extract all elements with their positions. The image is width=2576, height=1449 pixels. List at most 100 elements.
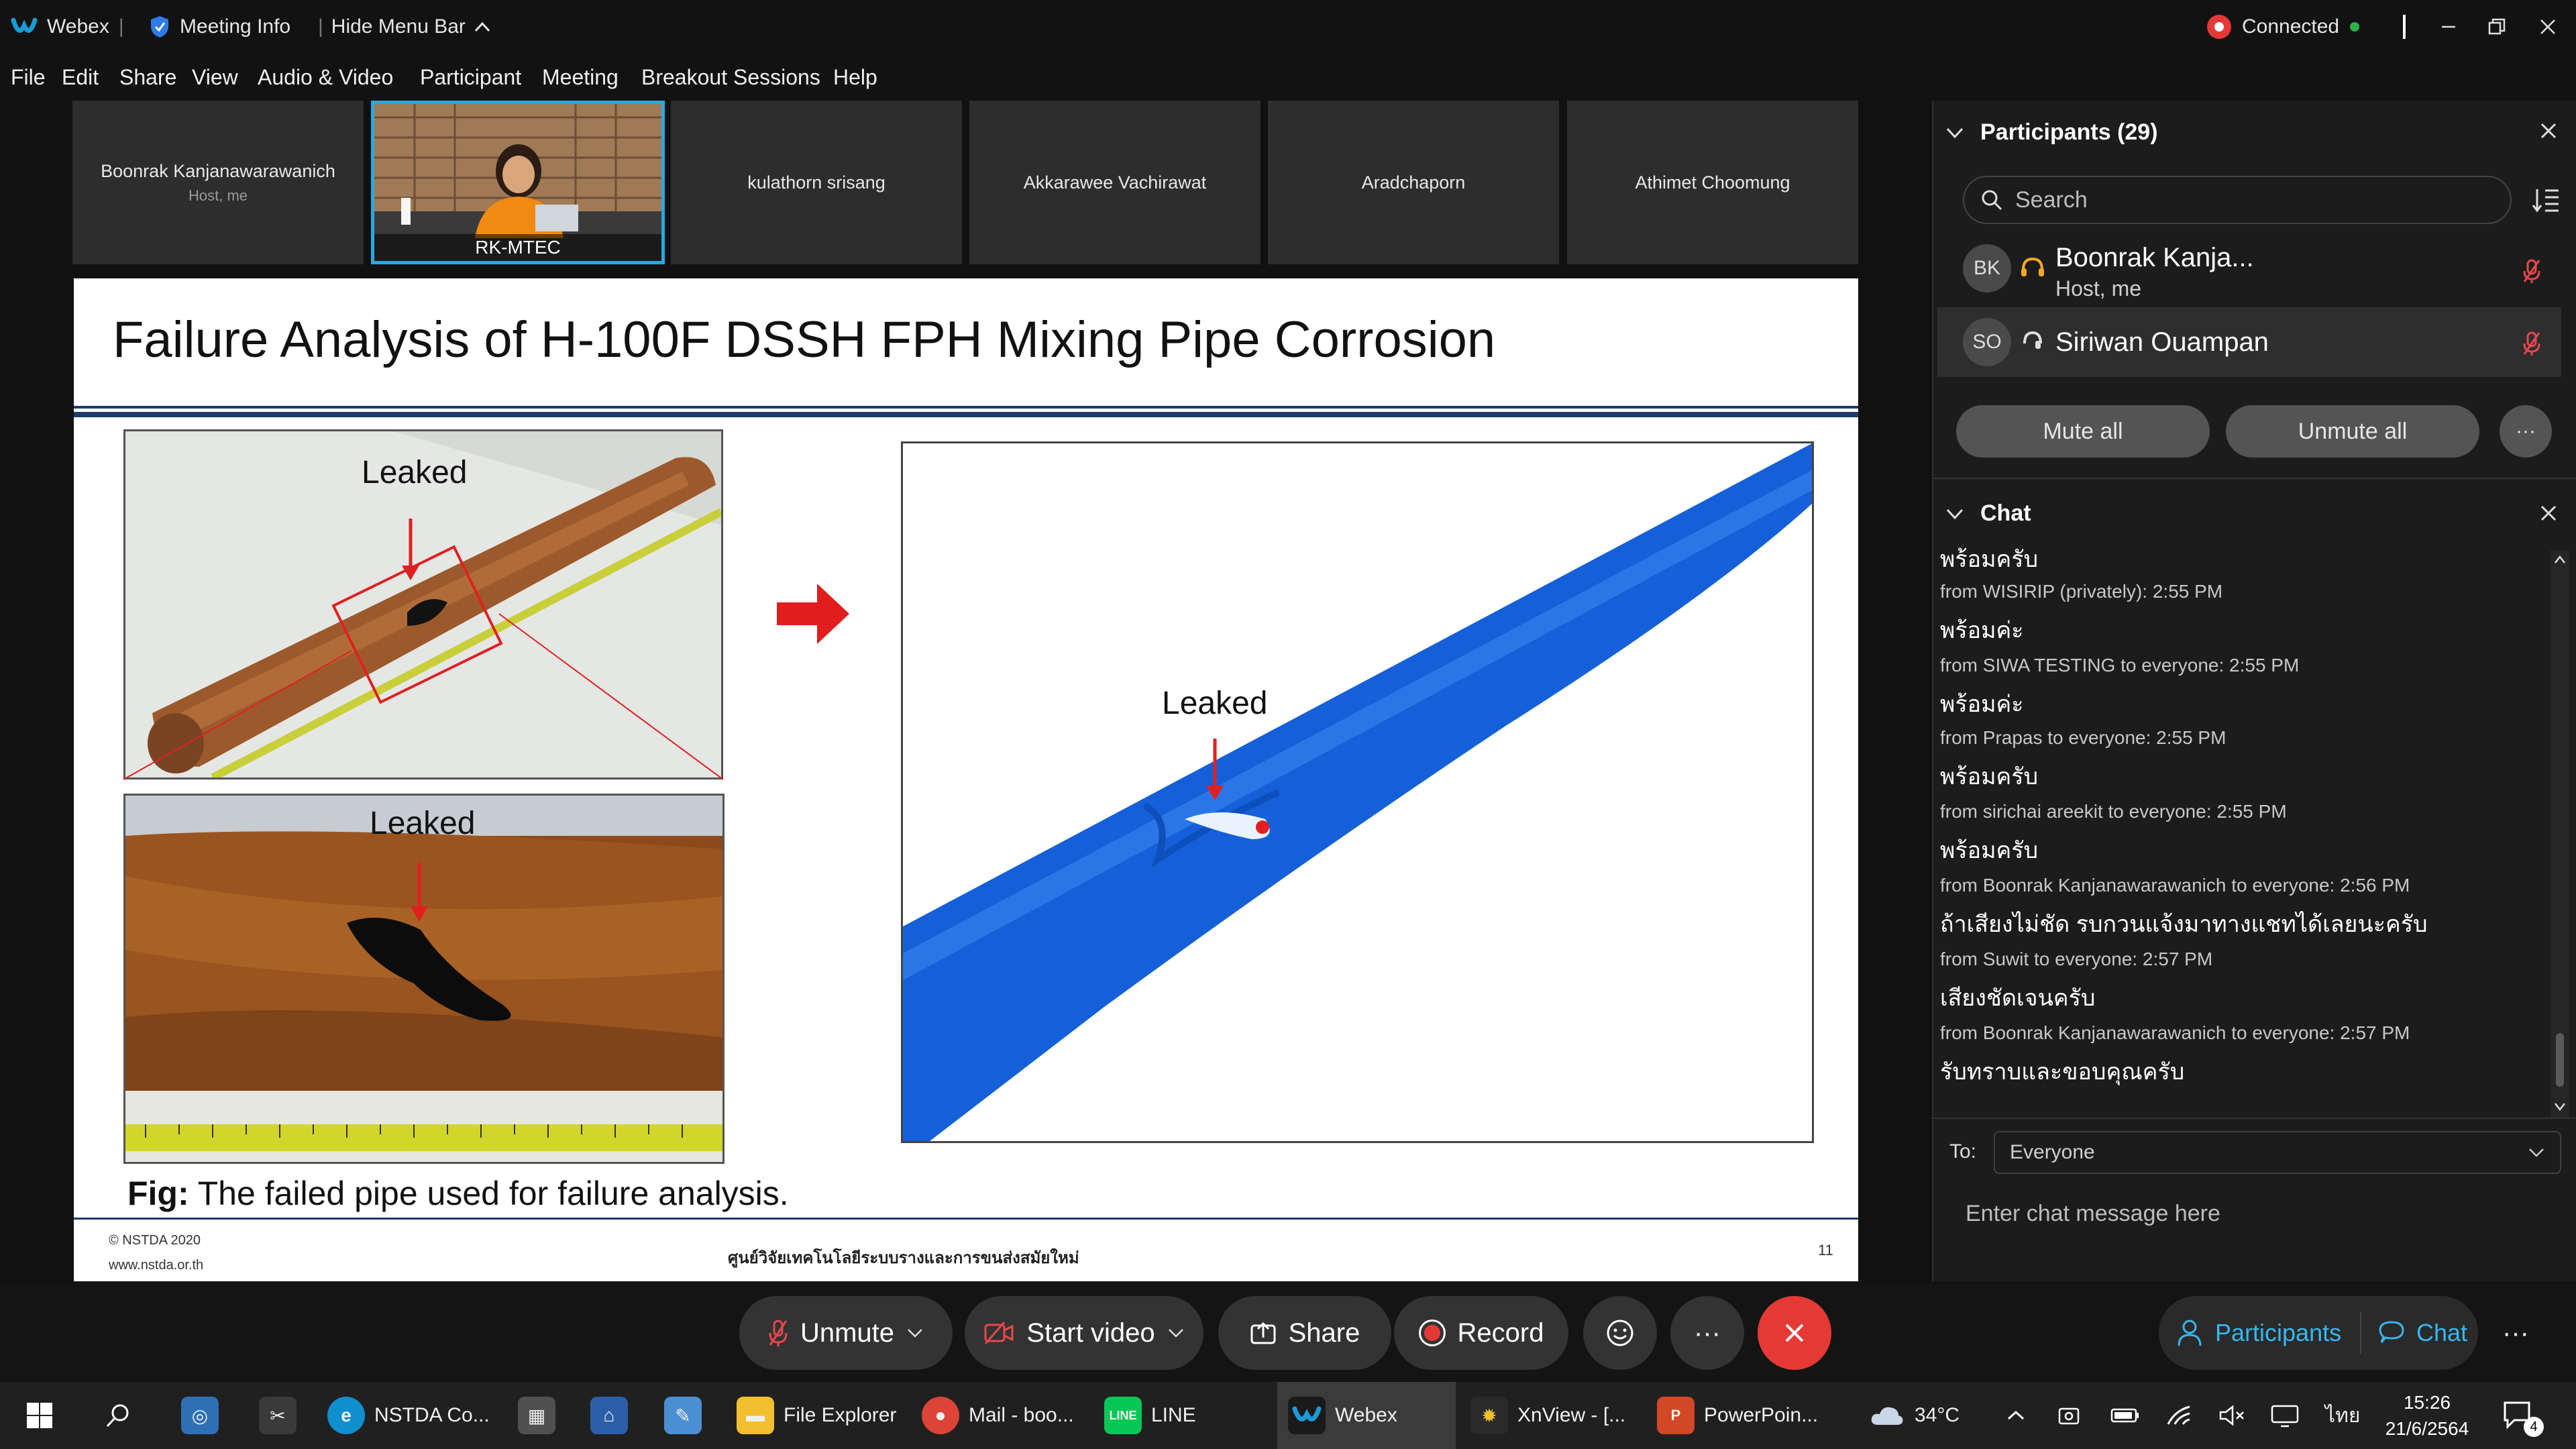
video-tile-akkarawee[interactable]: Akkarawee Vachirawat xyxy=(969,101,1260,264)
participant-row-so[interactable]: SO Siriwan Ouampan xyxy=(1937,307,2561,377)
taskbar-item-chrome[interactable]: ● Mail - boo... xyxy=(922,1382,1074,1449)
close-window-button[interactable] xyxy=(2534,0,2561,54)
menu-breakout-sessions[interactable]: Breakout Sessions xyxy=(641,54,820,101)
notification-center-button[interactable]: 4 xyxy=(2502,1382,2544,1449)
taskbar-clock[interactable]: 15:26 21/6/2564 xyxy=(2380,1387,2474,1444)
tray-volume[interactable] xyxy=(2218,1382,2245,1449)
chat-recipient-select[interactable]: Everyone xyxy=(1994,1131,2561,1174)
start-video-button[interactable]: Start video xyxy=(965,1296,1203,1370)
unmute-button[interactable]: Unmute xyxy=(739,1296,953,1370)
tray-overflow-button[interactable] xyxy=(2006,1382,2026,1449)
connection-status[interactable]: Connected xyxy=(2207,0,2360,54)
more-icon: ··· xyxy=(1694,1318,1721,1348)
chevron-down-icon xyxy=(1946,127,1964,138)
pinned-app-calculator[interactable]: ▦ xyxy=(518,1382,555,1449)
participants-header[interactable]: Participants (29) xyxy=(1945,119,2158,146)
chevron-down-icon[interactable] xyxy=(1167,1327,1185,1339)
reactions-button[interactable] xyxy=(1583,1296,1657,1370)
chevron-up-icon xyxy=(474,21,490,32)
chat-messages[interactable]: พร้อมครับ from WISIRIP (privately): 2:55… xyxy=(1932,547,2556,1115)
pinned-app-notes[interactable]: ✎ xyxy=(664,1382,702,1449)
taskbar-item-xnview[interactable]: ✹ XnView - [... xyxy=(1470,1382,1625,1449)
menu-edit[interactable]: Edit xyxy=(62,54,99,101)
line-icon: LINE xyxy=(1104,1397,1142,1434)
taskbar-item-webex[interactable]: Webex xyxy=(1288,1382,1397,1449)
chevron-down-icon[interactable] xyxy=(906,1327,924,1339)
menu-view[interactable]: View xyxy=(192,54,238,101)
participant-row-bk[interactable]: BK Boonrak Kanja... Host, me xyxy=(1937,235,2561,305)
menu-share[interactable]: Share xyxy=(119,54,176,101)
taskbar-item-powerpoint[interactable]: P PowerPoin... xyxy=(1657,1382,1818,1449)
video-tile-athimet[interactable]: Athimet Choomung xyxy=(1567,101,1858,264)
menu-audio-video[interactable]: Audio & Video xyxy=(258,54,393,101)
weather-widget[interactable]: 34°C xyxy=(1869,1382,1960,1449)
chrome-icon: ● xyxy=(922,1397,959,1434)
more-panels-button[interactable]: ··· xyxy=(2502,1296,2529,1370)
scroll-thumb[interactable] xyxy=(2556,1033,2564,1087)
unmute-all-button[interactable]: Unmute all xyxy=(2226,405,2479,458)
minimize-button[interactable] xyxy=(2435,0,2462,54)
input-language-button[interactable]: ไทย xyxy=(2325,1382,2360,1449)
minimize-icon xyxy=(2442,25,2455,28)
chat-header[interactable]: Chat xyxy=(1945,500,2031,527)
chat-message-text: พร้อมครับ xyxy=(1940,547,2039,572)
tray-display[interactable] xyxy=(2270,1382,2300,1449)
close-participants-button[interactable] xyxy=(2538,121,2559,144)
video-tile-rk-mtec[interactable]: RK-MTEC xyxy=(371,101,665,264)
pinned-app-snip[interactable]: ✂ xyxy=(259,1382,297,1449)
video-tile-aradchaporn[interactable]: Aradchaporn xyxy=(1268,101,1559,264)
footer-copyright: © NSTDA 2020 xyxy=(109,1233,201,1248)
chat-scrollbar[interactable] xyxy=(2551,550,2569,1118)
menu-file[interactable]: File xyxy=(11,54,46,101)
volume-muted-icon xyxy=(2219,1405,2244,1426)
sort-participants-button[interactable] xyxy=(2532,186,2560,217)
folder-icon: ▬ xyxy=(737,1397,774,1434)
meeting-info-button[interactable]: Meeting Info xyxy=(149,0,290,54)
close-chat-button[interactable] xyxy=(2538,503,2559,527)
shared-slide: Failure Analysis of H-100F DSSH FPH Mixi… xyxy=(74,278,1858,1281)
mic-muted-icon[interactable] xyxy=(2522,330,2541,360)
panel-divider xyxy=(1932,478,2576,479)
video-tile-boonrak[interactable]: Boonrak Kanjanawarawanich Host, me xyxy=(72,101,364,264)
mic-muted-icon[interactable] xyxy=(2522,258,2541,288)
leave-meeting-button[interactable] xyxy=(1758,1296,1831,1370)
hide-menu-bar-button[interactable]: | Hide Menu Bar xyxy=(318,0,491,54)
start-button[interactable] xyxy=(25,1382,54,1449)
clock-time: 15:26 xyxy=(2403,1391,2451,1413)
chat-toggle-button[interactable]: Chat xyxy=(2377,1296,2467,1370)
restore-button[interactable] xyxy=(2483,0,2510,54)
video-tile-kulathorn[interactable]: kulathorn srisang xyxy=(671,101,962,264)
tile-name: Athimet Choomung xyxy=(1635,172,1790,193)
title-rule-thick xyxy=(74,412,1858,417)
meeting-info-label: Meeting Info xyxy=(180,15,291,38)
menu-meeting[interactable]: Meeting xyxy=(542,54,619,101)
participants-toggle-button[interactable]: Participants xyxy=(2176,1296,2341,1370)
menu-help[interactable]: Help xyxy=(833,54,877,101)
search-taskbar-button[interactable] xyxy=(105,1382,131,1449)
more-controls-button[interactable]: ··· xyxy=(1670,1296,1744,1370)
menu-participant[interactable]: Participant xyxy=(420,54,521,101)
pinned-app-network[interactable]: ⌂ xyxy=(590,1382,628,1449)
search-icon xyxy=(1982,190,2002,211)
chat-message-input[interactable]: Enter chat message here xyxy=(1966,1201,2220,1227)
taskbar-item-edge[interactable]: e NSTDA Co... xyxy=(327,1382,490,1449)
tray-wifi[interactable] xyxy=(2165,1382,2192,1449)
record-button[interactable]: Record xyxy=(1394,1296,1568,1370)
tile-name: Aradchaporn xyxy=(1361,172,1466,193)
share-button[interactable]: Share xyxy=(1218,1296,1391,1370)
pinned-app-globe[interactable]: ◎ xyxy=(181,1382,219,1449)
taskbar-item-line[interactable]: LINE LINE xyxy=(1104,1382,1196,1449)
search-input[interactable]: Search xyxy=(1963,176,2512,224)
taskbar-item-file-explorer[interactable]: ▬ File Explorer xyxy=(737,1382,896,1449)
taskbar-label: Mail - boo... xyxy=(969,1404,1074,1426)
participants-title: Participants (29) xyxy=(1980,119,2158,145)
more-options-button[interactable]: ··· xyxy=(2500,405,2552,458)
app-name: Webex xyxy=(47,15,109,38)
input-language: ไทย xyxy=(2325,1404,2361,1427)
tray-camera[interactable] xyxy=(2057,1382,2081,1449)
scroll-down-icon[interactable] xyxy=(2553,1100,2567,1114)
tray-battery[interactable] xyxy=(2110,1382,2140,1449)
title-rule xyxy=(74,406,1858,409)
scroll-up-icon[interactable] xyxy=(2553,553,2567,566)
mute-all-button[interactable]: Mute all xyxy=(1956,405,2210,458)
